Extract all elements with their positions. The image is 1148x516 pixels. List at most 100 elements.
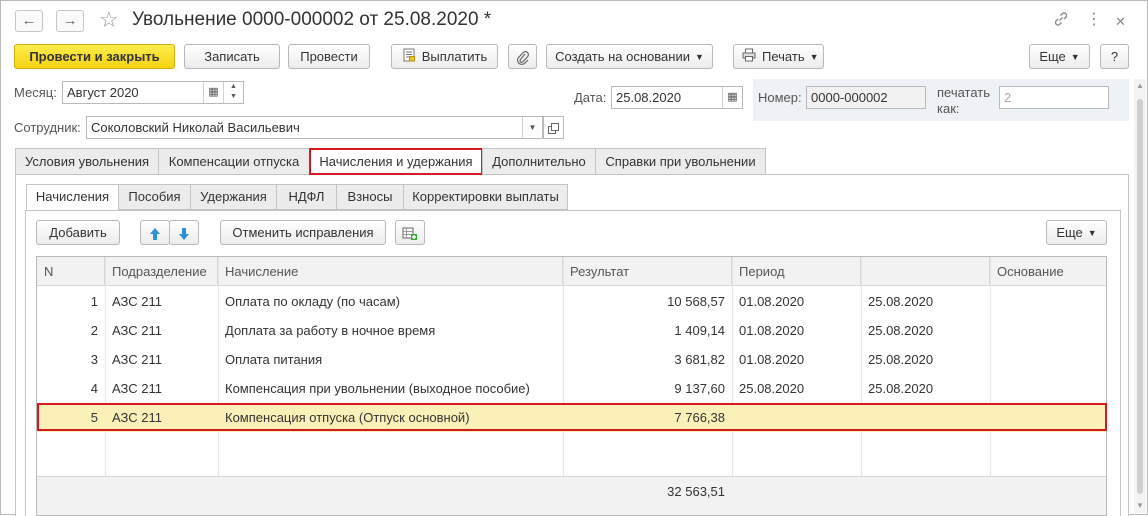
move-down-button[interactable] xyxy=(169,220,199,245)
cell-n: 4 xyxy=(90,381,98,396)
column-header-period-end[interactable] xyxy=(861,257,990,286)
save-button[interactable]: Записать xyxy=(184,44,280,69)
dropdown-caret-icon[interactable]: ▼ xyxy=(522,117,542,138)
cancel-corrections-button[interactable]: Отменить исправления xyxy=(220,220,386,245)
cell-basis xyxy=(990,374,1106,403)
cell-department: АЗС 211 xyxy=(112,323,162,338)
pay-button[interactable]: Выплатить xyxy=(391,44,498,69)
accruals-table: N Подразделение Начисление Результат Пер… xyxy=(36,256,1107,516)
grid-more-button[interactable]: Еще ▼ xyxy=(1046,220,1107,245)
column-header-n[interactable]: N xyxy=(37,257,105,286)
create-based-on-label: Создать на основании xyxy=(555,49,690,64)
cell-period-from xyxy=(732,403,861,432)
print-as-label-line2: как: xyxy=(937,101,960,116)
tab-dismissal-certificates[interactable]: Справки при увольнении xyxy=(595,148,766,175)
post-button[interactable]: Провести xyxy=(288,44,370,69)
cell-period-from: 01.08.2020 xyxy=(739,323,805,338)
table-row-selected[interactable]: 5 АЗС 211 Компенсация отпуска (Отпуск ос… xyxy=(37,403,1106,432)
cell-period-from: 25.08.2020 xyxy=(739,381,805,396)
employee-field[interactable]: Соколовский Николай Васильевич ▼ xyxy=(86,116,543,139)
vertical-scrollbar[interactable]: ▲ ▼ xyxy=(1134,79,1146,513)
scroll-up-icon[interactable]: ▲ xyxy=(1135,81,1145,91)
back-button[interactable]: ← xyxy=(15,10,43,32)
add-button[interactable]: Добавить xyxy=(36,220,120,245)
cell-period-from: 01.08.2020 xyxy=(739,352,805,367)
link-icon[interactable] xyxy=(1053,11,1069,32)
cell-n: 3 xyxy=(90,352,98,367)
open-employee-button[interactable] xyxy=(543,116,564,139)
tab-dismissal-conditions[interactable]: Условия увольнения xyxy=(15,148,159,175)
dropdown-caret-icon: ▼ xyxy=(694,52,704,62)
print-as-field[interactable]: 2 xyxy=(999,86,1109,109)
date-label: Дата: xyxy=(574,90,607,105)
print-button[interactable]: Печать ▼ xyxy=(733,44,824,69)
cell-result: 9 137,60 xyxy=(674,381,725,396)
table-header: N Подразделение Начисление Результат Пер… xyxy=(37,257,1106,286)
arrow-up-icon xyxy=(149,225,161,240)
grid-more-label: Еще xyxy=(1056,225,1083,240)
subtab-deductions[interactable]: Удержания xyxy=(190,184,277,210)
create-based-on-button[interactable]: Создать на основании ▼ xyxy=(546,44,713,69)
dropdown-caret-icon: ▼ xyxy=(809,52,819,62)
date-value: 25.08.2020 xyxy=(616,90,682,105)
dropdown-caret-icon: ▼ xyxy=(1087,228,1097,238)
move-up-button[interactable] xyxy=(140,220,170,245)
more-button[interactable]: Еще ▼ xyxy=(1029,44,1090,69)
pay-document-icon xyxy=(402,46,416,69)
add-table-button[interactable] xyxy=(395,220,425,245)
tab-accruals-deductions[interactable]: Начисления и удержания xyxy=(309,148,483,175)
employee-label: Сотрудник: xyxy=(14,120,81,135)
date-field[interactable]: 25.08.2020 ▦ xyxy=(611,86,743,109)
employee-value: Соколовский Николай Васильевич xyxy=(91,120,300,135)
post-and-close-button[interactable]: Провести и закрыть xyxy=(14,44,175,69)
table-row[interactable]: 3 АЗС 211 Оплата питания 3 681,82 01.08.… xyxy=(37,345,1106,374)
column-header-basis[interactable]: Основание xyxy=(990,257,1106,286)
calendar-icon[interactable]: ▦ xyxy=(203,82,223,103)
cell-department: АЗС 211 xyxy=(112,352,162,367)
subtab-accruals[interactable]: Начисления xyxy=(26,184,119,210)
attach-button[interactable] xyxy=(508,44,537,69)
cell-result: 7 766,38 xyxy=(674,410,725,425)
subtab-contributions[interactable]: Взносы xyxy=(336,184,404,210)
tab-vacation-compensation[interactable]: Компенсации отпуска xyxy=(158,148,310,175)
window-title: Увольнение 0000-000002 от 25.08.2020 * xyxy=(132,9,492,30)
number-label: Номер: xyxy=(758,90,802,105)
calendar-icon[interactable]: ▦ xyxy=(722,87,742,108)
cell-department: АЗС 211 xyxy=(112,410,162,425)
cell-accrual: Компенсация отпуска (Отпуск основной) xyxy=(225,410,470,425)
month-field[interactable]: Август 2020 ▦ ▲ ▼ xyxy=(62,81,244,104)
help-button[interactable]: ? xyxy=(1100,44,1129,69)
subtab-ndfl[interactable]: НДФЛ xyxy=(276,184,337,210)
table-footer: 32 563,51 xyxy=(37,476,1106,515)
month-stepper[interactable]: ▲ ▼ xyxy=(223,82,243,103)
cell-department: АЗС 211 xyxy=(112,294,162,309)
cell-department: АЗС 211 xyxy=(112,381,162,396)
table-row[interactable]: 2 АЗС 211 Доплата за работу в ночное вре… xyxy=(37,316,1106,345)
document-window: ← → ☆ Увольнение 0000-000002 от 25.08.20… xyxy=(0,0,1148,516)
close-icon[interactable]: ✕ xyxy=(1115,13,1126,31)
column-header-department[interactable]: Подразделение xyxy=(105,257,218,286)
favorite-star-icon[interactable]: ☆ xyxy=(99,8,119,32)
print-as-label: печатать как: xyxy=(937,85,990,117)
subtab-benefits[interactable]: Пособия xyxy=(118,184,191,210)
cell-result: 10 568,57 xyxy=(667,294,725,309)
cell-accrual: Компенсация при увольнении (выходное пос… xyxy=(225,381,530,396)
subtab-payment-corrections[interactable]: Корректировки выплаты xyxy=(403,184,568,210)
cell-result: 3 681,82 xyxy=(674,352,725,367)
arrow-right-icon: → xyxy=(62,12,78,29)
number-field[interactable]: 0000-000002 xyxy=(806,86,926,109)
table-row[interactable]: 4 АЗС 211 Компенсация при увольнении (вы… xyxy=(37,374,1106,403)
cell-accrual: Доплата за работу в ночное время xyxy=(225,323,436,338)
more-dots-icon[interactable]: ⋮ xyxy=(1086,11,1102,29)
arrow-down-icon xyxy=(178,225,190,240)
column-header-accrual[interactable]: Начисление xyxy=(218,257,563,286)
cell-basis xyxy=(990,345,1106,374)
column-header-result[interactable]: Результат xyxy=(563,257,732,286)
column-header-period[interactable]: Период xyxy=(732,257,861,286)
forward-button[interactable]: → xyxy=(56,10,84,32)
scroll-thumb[interactable] xyxy=(1137,99,1143,494)
tab-additional[interactable]: Дополнительно xyxy=(482,148,596,175)
table-row[interactable]: 1 АЗС 211 Оплата по окладу (по часам) 10… xyxy=(37,287,1106,316)
cell-accrual: Оплата питания xyxy=(225,352,323,367)
scroll-down-icon[interactable]: ▼ xyxy=(1135,501,1145,511)
